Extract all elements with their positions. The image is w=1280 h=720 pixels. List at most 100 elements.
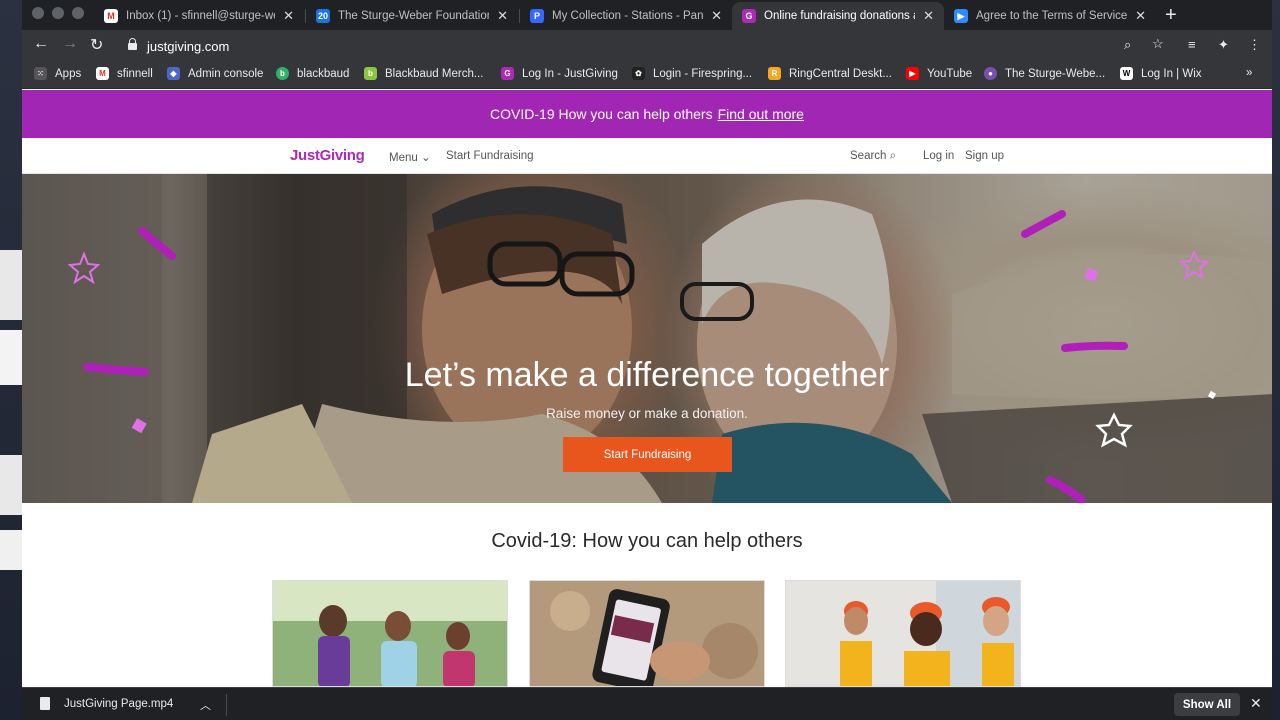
covid-banner: COVID-19 How you can help others Find ou… — [22, 90, 1272, 138]
menu-label: Menu — [389, 152, 418, 164]
bookmark-sturge-weber[interactable]: ● The Sturge-Webe... — [984, 67, 1105, 80]
search-label: Search — [850, 150, 887, 162]
bookmark-label: Log In - JustGiving — [522, 67, 618, 80]
browser-toolbar: ← → ↻ justgiving.com ⌕ ☆ ≡ ✦ ⋮ — [22, 30, 1272, 61]
bookmark-blackbaud[interactable]: b blackbaud — [276, 67, 349, 80]
ringcentral-icon: R — [768, 67, 781, 80]
section-title: Covid-19: How you can help others — [491, 530, 803, 552]
bookmark-firespring[interactable]: ✿ Login - Firespring... — [632, 67, 752, 80]
justgiving-logo[interactable]: JustGiving — [290, 147, 365, 164]
bookmark-gmail[interactable]: Msfinnell — [96, 67, 153, 80]
chrome-menu-icon[interactable]: ⋮ — [1248, 37, 1261, 53]
bookmark-label: Log In | Wix — [1141, 67, 1202, 80]
bookmark-label: blackbaud — [297, 67, 350, 80]
address-bar[interactable]: justgiving.com ⌕ ☆ — [118, 33, 1178, 58]
download-filename: JustGiving Page.mp4 — [64, 697, 174, 710]
blackbaud-icon: b — [276, 67, 289, 80]
runners-photo — [273, 581, 507, 686]
find-out-more-link[interactable]: Find out more — [718, 106, 804, 122]
bookmark-label: YouTube — [927, 67, 973, 80]
search-icon: ⌕ — [889, 150, 897, 162]
tab-label: The Sturge-Weber Foundation — [338, 10, 490, 22]
tab-label: Online fundraising donations a — [764, 10, 916, 22]
minimize-window-button[interactable] — [52, 7, 64, 19]
bookmark-wix[interactable]: W Log In | Wix — [1120, 67, 1202, 80]
lock-icon — [128, 38, 137, 50]
admin-icon: ◆ — [167, 67, 180, 80]
desktop-window-fragment — [0, 330, 22, 385]
phone-photo — [530, 581, 764, 686]
zoom-magnifier-icon[interactable]: ⌕ — [1124, 37, 1131, 53]
bookmark-apps[interactable]: ⁙ Apps — [34, 67, 81, 80]
gmail-icon: M — [96, 67, 109, 80]
calendar-icon: 20 — [316, 9, 330, 23]
close-icon[interactable]: ✕ — [283, 8, 294, 24]
reload-button[interactable]: ↻ — [90, 35, 103, 55]
show-all-button[interactable]: Show All — [1174, 693, 1240, 716]
bookmark-label: sfinnell — [117, 67, 153, 80]
card-image-runners[interactable] — [272, 580, 508, 687]
tab-zoom-terms[interactable]: ▶ Agree to the Terms of Service ✕ — [944, 2, 1156, 30]
media-queue-icon[interactable]: ≡ — [1188, 37, 1196, 52]
firespring-icon: ✿ — [632, 67, 645, 80]
downloads-shelf: JustGiving Page.mp4 ︿ Show All ✕ — [22, 687, 1272, 720]
bookmark-youtube[interactable]: ▶ YouTube — [906, 67, 972, 80]
tab-label: My Collection - Stations - Pand — [552, 10, 704, 22]
bookmark-ringcentral[interactable]: R RingCentral Deskt... — [768, 67, 892, 80]
tab-strip: M Inbox (1) - sfinnell@sturge-we ✕ 20 Th… — [22, 0, 1272, 30]
login-link[interactable]: Log in — [923, 150, 954, 162]
sturge-weber-icon: ● — [984, 67, 997, 80]
bookmark-label: Login - Firespring... — [653, 67, 753, 80]
download-item[interactable]: JustGiving Page.mp4 — [40, 697, 173, 710]
card-image-volunteers[interactable] — [785, 580, 1021, 687]
desktop-window-fragment — [0, 530, 22, 570]
back-button[interactable]: ← — [33, 35, 49, 53]
zoom-icon: ▶ — [954, 9, 968, 23]
tab-pandora[interactable]: P My Collection - Stations - Pand ✕ — [520, 2, 732, 30]
blackbaud-merchant-icon: b — [364, 67, 377, 80]
close-window-button[interactable] — [32, 7, 44, 19]
bookmarks-bar: ⁙ Apps Msfinnell ◆ Admin console b blackbau… — [22, 61, 1272, 89]
chevron-down-icon: ⌄ — [420, 152, 431, 164]
search-button[interactable]: Search ⌕ — [850, 150, 896, 163]
bookmark-blackbaud-merchant[interactable]: b Blackbaud Merch... — [364, 67, 483, 80]
extension-icon[interactable]: ✦ — [1218, 37, 1229, 53]
bookmark-label: Admin console — [188, 67, 264, 80]
tab-sturge-weber-calendar[interactable]: 20 The Sturge-Weber Foundation ✕ — [306, 2, 518, 30]
maximize-window-button[interactable] — [72, 7, 84, 19]
close-icon[interactable]: ✕ — [1135, 8, 1146, 24]
close-icon[interactable]: ✕ — [497, 8, 508, 24]
chevron-up-icon[interactable]: ︿ — [200, 697, 211, 713]
tab-gmail[interactable]: M Inbox (1) - sfinnell@sturge-we ✕ — [94, 2, 304, 30]
bookmarks-overflow-icon[interactable]: » — [1246, 67, 1252, 79]
file-icon — [40, 697, 50, 710]
desktop-window-fragment — [0, 250, 22, 320]
close-icon[interactable]: ✕ — [711, 8, 722, 24]
justgiving-icon: G — [501, 67, 514, 80]
card-image-phone[interactable] — [529, 580, 765, 687]
justgiving-icon: G — [742, 9, 756, 23]
gmail-icon: M — [104, 9, 118, 23]
apps-grid-icon: ⁙ — [34, 67, 47, 80]
hero-title: Let’s make a difference together — [404, 356, 890, 394]
forward-button[interactable]: → — [62, 35, 78, 53]
tab-justgiving[interactable]: G Online fundraising donations a ✕ — [732, 2, 944, 30]
start-fundraising-link[interactable]: Start Fundraising — [446, 150, 534, 162]
start-fundraising-button[interactable]: Start Fundraising — [563, 437, 732, 472]
bookmark-justgiving-login[interactable]: G Log In - JustGiving — [501, 67, 618, 80]
bookmark-admin-console[interactable]: ◆ Admin console — [167, 67, 263, 80]
desktop-window-fragment — [0, 455, 22, 515]
browser-window: M Inbox (1) - sfinnell@sturge-we ✕ 20 Th… — [22, 0, 1272, 720]
youtube-icon: ▶ — [906, 67, 919, 80]
bookmark-star-icon[interactable]: ☆ — [1152, 36, 1164, 52]
bookmark-label: RingCentral Deskt... — [789, 67, 892, 80]
new-tab-button[interactable]: + — [1165, 4, 1177, 27]
close-icon[interactable]: ✕ — [923, 8, 934, 24]
divider — [226, 694, 227, 716]
tab-label: Inbox (1) - sfinnell@sturge-we — [126, 10, 276, 22]
site-header: JustGiving Menu ⌄ Start Fundraising Sear… — [22, 138, 1272, 174]
menu-button[interactable]: Menu ⌄ — [389, 150, 431, 164]
signup-link[interactable]: Sign up — [965, 150, 1004, 162]
close-icon[interactable]: ✕ — [1250, 695, 1262, 712]
web-page: COVID-19 How you can help others Find ou… — [22, 90, 1272, 687]
